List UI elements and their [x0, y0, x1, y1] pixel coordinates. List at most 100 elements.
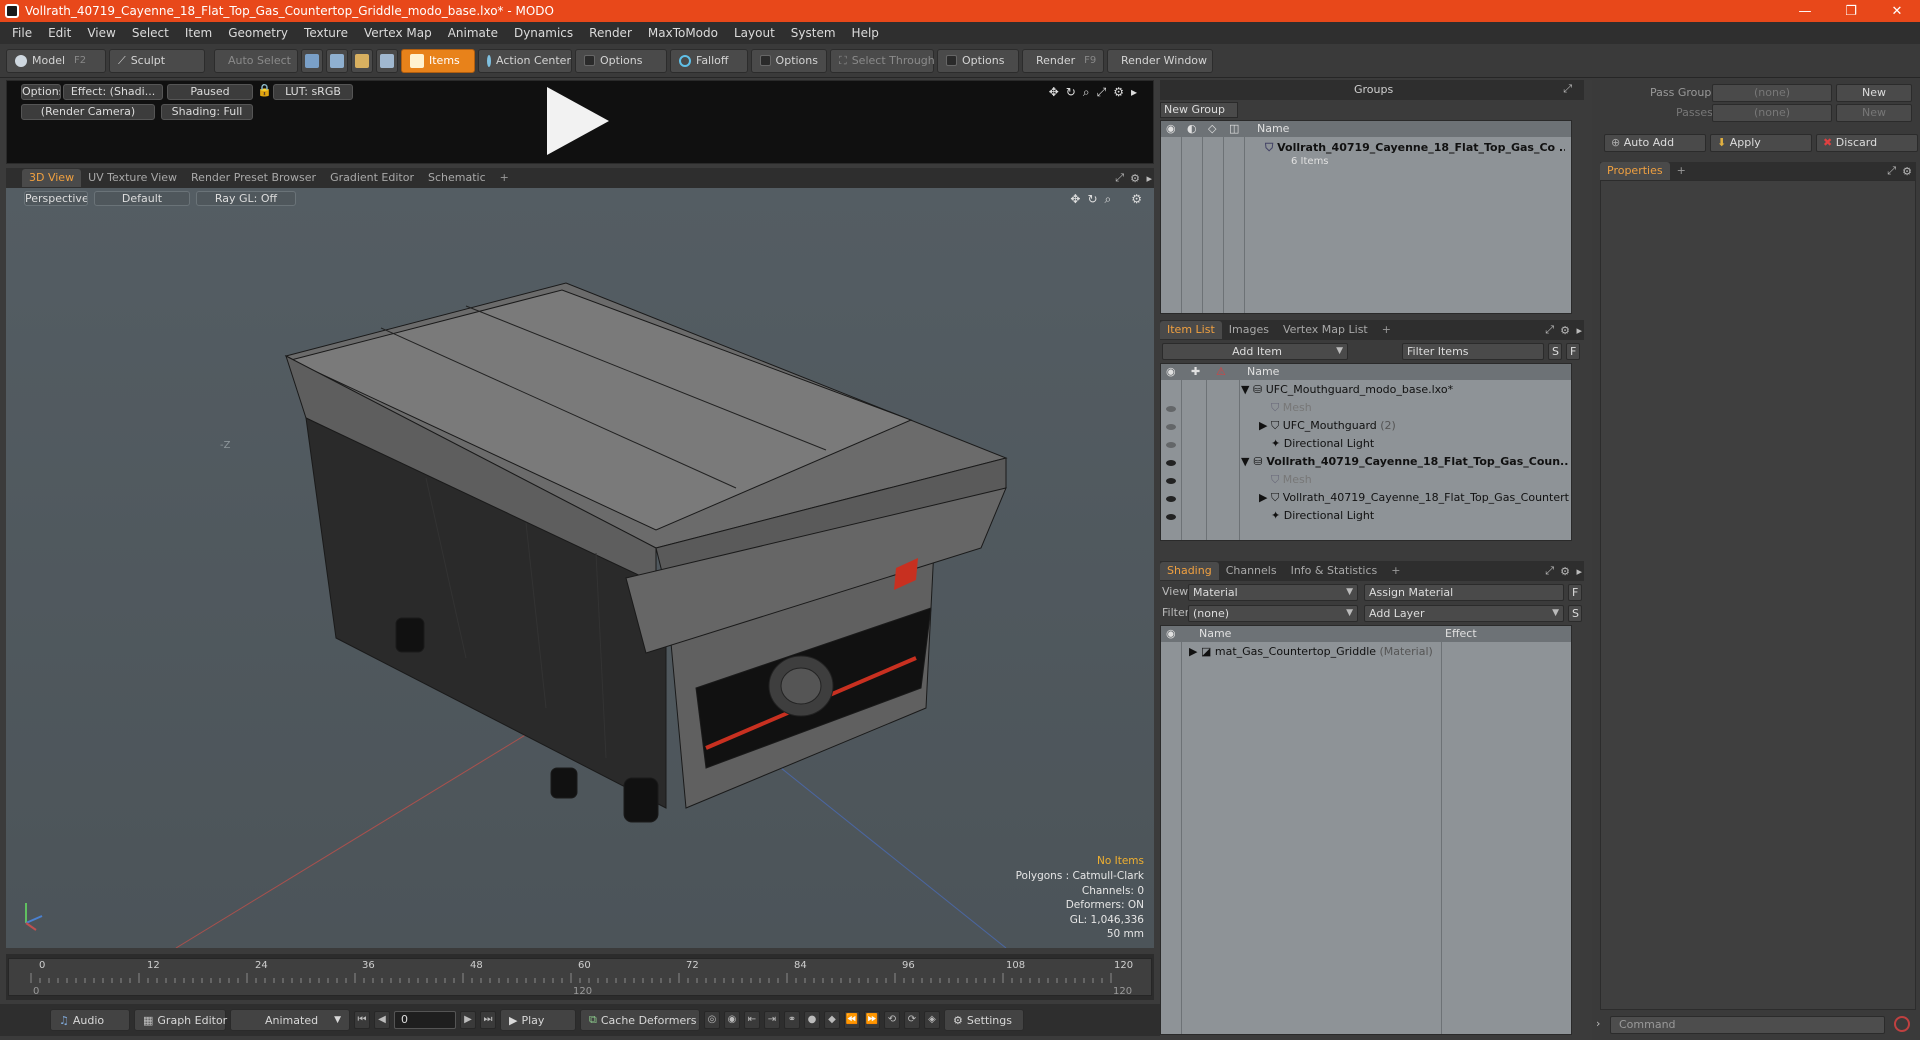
filter-items-field[interactable]: Filter Items — [1402, 343, 1544, 360]
action-center-button[interactable]: Action Center — [478, 48, 572, 73]
add-tab-button[interactable]: + — [493, 169, 516, 187]
expand-arrow-icon[interactable]: ▶ — [1259, 491, 1267, 504]
lock-icon[interactable]: ✚ — [1191, 364, 1200, 380]
play-button[interactable]: ▶ Play — [500, 1009, 576, 1031]
tab-channels[interactable]: Channels — [1219, 562, 1284, 580]
new-group-button[interactable]: New Group — [1160, 102, 1238, 118]
audio-button[interactable]: ♫ Audio — [50, 1009, 130, 1031]
sync-icon[interactable]: ⟳ — [904, 1011, 920, 1029]
menu-edit[interactable]: Edit — [40, 26, 79, 40]
shading-f-button[interactable]: F — [1568, 584, 1582, 601]
tab-info-statistics[interactable]: Info & Statistics — [1284, 562, 1385, 580]
preview-camera-dropdown[interactable]: (Render Camera) — [21, 104, 155, 120]
move-icon[interactable]: ✥ — [1049, 85, 1059, 100]
auto-key-icon[interactable]: ⚭ — [784, 1011, 800, 1029]
tab-shading[interactable]: Shading — [1160, 562, 1219, 580]
menu-layout[interactable]: Layout — [726, 26, 783, 40]
3d-viewport[interactable]: Perspective Default Ray GL: Off ✥ ↻ ⌕ ⚙ … — [6, 188, 1154, 948]
visibility-eye-icon[interactable] — [1166, 460, 1176, 466]
filter-f-button[interactable]: F — [1566, 343, 1580, 360]
settings-button[interactable]: ⚙ Settings — [944, 1009, 1024, 1031]
vertices-mode-button[interactable] — [301, 48, 323, 73]
edges-mode-button[interactable] — [326, 48, 348, 73]
visibility-eye-icon[interactable] — [1166, 496, 1176, 502]
arrow-right-icon[interactable]: ▸ — [1576, 565, 1582, 578]
gear-icon[interactable]: ⚙ — [1902, 165, 1912, 178]
gear-icon[interactable]: ⚙ — [1560, 324, 1570, 337]
gear-icon[interactable]: ⚙ — [1560, 565, 1570, 578]
maximize-icon[interactable]: ⤢ — [1545, 323, 1554, 337]
polygons-mode-button[interactable] — [351, 48, 373, 73]
arrow-right-icon[interactable]: ▸ — [1146, 172, 1152, 185]
expand-arrow-icon[interactable]: ▼ — [1241, 383, 1249, 396]
cache-deformers-button[interactable]: ⧉ Cache Deformers — [580, 1009, 700, 1031]
key-all-icon[interactable]: ◉ — [724, 1011, 740, 1029]
render-preview[interactable]: Options Effect: (Shadi... Paused 🔒 LUT: … — [6, 80, 1154, 164]
tab-3d-view[interactable]: 3D View — [22, 169, 82, 187]
menu-view[interactable]: View — [79, 26, 123, 40]
menu-system[interactable]: System — [783, 26, 844, 40]
eye-icon[interactable]: ◉ — [1166, 364, 1176, 380]
menu-vertex-map[interactable]: Vertex Map — [356, 26, 440, 40]
go-to-end-icon[interactable]: ⏭ — [480, 1011, 496, 1029]
zoom-icon[interactable]: ⌕ — [1083, 85, 1090, 100]
menu-help[interactable]: Help — [844, 26, 887, 40]
select-through-button[interactable]: ⛶ Select Through — [830, 48, 935, 73]
skip-back-icon[interactable]: ⏪ — [844, 1011, 860, 1029]
passes-dropdown[interactable]: (none) — [1712, 104, 1832, 122]
list-item[interactable]: ▶ ⛉ UFC_Mouthguard (2) — [1259, 417, 1569, 435]
raygl-dropdown[interactable]: Ray GL: Off — [196, 191, 296, 206]
graph-editor-button[interactable]: ▦ Graph Editor — [134, 1009, 227, 1031]
perspective-dropdown[interactable]: Perspective — [24, 191, 88, 206]
animated-dropdown[interactable]: Animated ▼ — [230, 1009, 350, 1031]
list-item[interactable]: ▼ ⛁ Vollrath_40719_Cayenne_18_Flat_Top_G… — [1241, 453, 1569, 471]
falloff-options-button[interactable]: Options — [751, 48, 827, 73]
add-item-dropdown[interactable]: Add Item ▼ — [1162, 343, 1348, 360]
preview-shading-dropdown[interactable]: Shading: Full — [161, 104, 253, 120]
auto-add-button[interactable]: ⊕ Auto Add — [1604, 134, 1706, 152]
tab-gradient-editor[interactable]: Gradient Editor — [323, 169, 421, 187]
tab-render-preset-browser[interactable]: Render Preset Browser — [184, 169, 323, 187]
keyframe-icon[interactable]: ◆ — [824, 1011, 840, 1029]
rotate-icon[interactable]: ↻ — [1087, 192, 1097, 207]
tab-vertex-map-list[interactable]: Vertex Map List — [1276, 321, 1375, 339]
marker-icon[interactable]: ◈ — [924, 1011, 940, 1029]
menu-animate[interactable]: Animate — [440, 26, 506, 40]
expand-arrow-icon[interactable]: ▶ — [1189, 645, 1197, 658]
maximize-icon[interactable]: ⤢ — [1115, 171, 1124, 185]
menu-geometry[interactable]: Geometry — [220, 26, 296, 40]
prev-key-icon[interactable]: ⇤ — [744, 1011, 760, 1029]
add-tab-button[interactable]: + — [1375, 321, 1398, 339]
loop-icon[interactable]: ⟲ — [884, 1011, 900, 1029]
view-dropdown[interactable]: Material ▼ — [1188, 584, 1358, 601]
minimize-button[interactable]: — — [1782, 0, 1828, 22]
gear-icon[interactable]: ⚙ — [1130, 172, 1140, 185]
maximize-icon[interactable]: ⤢ — [1887, 164, 1896, 178]
maximize-icon[interactable]: ⤢ — [1097, 85, 1107, 100]
assign-material-button[interactable]: Assign Material — [1364, 584, 1564, 601]
add-layer-dropdown[interactable]: Add Layer ▼ — [1364, 605, 1564, 622]
items-mode-button[interactable]: Items — [401, 48, 475, 73]
step-forward-icon[interactable]: ▶ — [460, 1011, 476, 1029]
zoom-icon[interactable]: ⌕ — [1105, 192, 1112, 207]
render-toggle-icon[interactable]: ◇ — [1208, 121, 1216, 137]
menu-render[interactable]: Render — [581, 26, 640, 40]
key-icon[interactable]: ◎ — [704, 1011, 720, 1029]
render-window-button[interactable]: Render Window — [1107, 48, 1213, 73]
filter-dropdown[interactable]: (none) ▼ — [1188, 605, 1358, 622]
shading-s-button[interactable]: S — [1568, 605, 1582, 622]
record-icon[interactable]: ● — [804, 1011, 820, 1029]
preview-effect-dropdown[interactable]: Effect: (Shadi... — [63, 84, 163, 100]
list-item[interactable]: ⛉ Mesh — [1271, 471, 1569, 489]
menu-dynamics[interactable]: Dynamics — [506, 26, 581, 40]
maximize-icon[interactable]: ⤢ — [1545, 564, 1554, 578]
lock-icon[interactable]: ◐ — [1187, 121, 1197, 137]
visibility-eye-icon[interactable] — [1166, 478, 1176, 484]
auto-select-button[interactable]: Auto Select — [214, 48, 298, 73]
action-center-options-button[interactable]: Options — [575, 48, 667, 73]
next-key-icon[interactable]: ⇥ — [764, 1011, 780, 1029]
add-tab-button[interactable]: + — [1384, 562, 1407, 580]
eye-icon[interactable]: ◉ — [1166, 121, 1176, 137]
menu-texture[interactable]: Texture — [296, 26, 356, 40]
record-command-icon[interactable] — [1894, 1016, 1910, 1032]
